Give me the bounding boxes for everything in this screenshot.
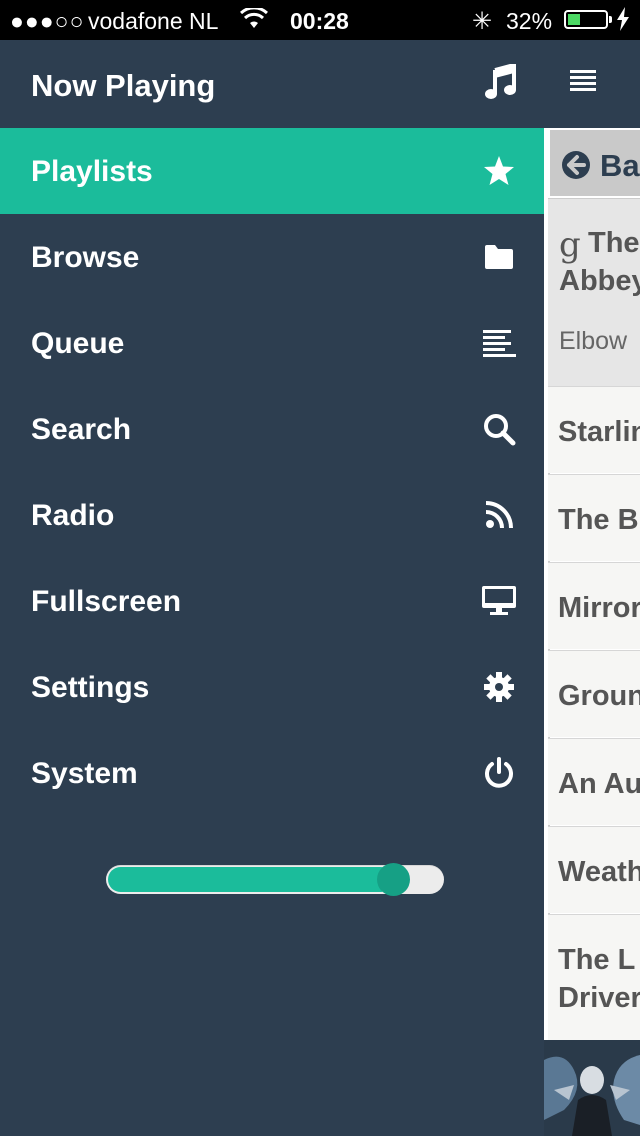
rss-icon [482, 498, 516, 532]
menu-item-system[interactable]: System [0, 730, 544, 816]
menu-item-label: Fullscreen [31, 585, 182, 618]
star-icon [482, 154, 516, 188]
menu-item-settings[interactable]: Settings [0, 644, 544, 730]
activity-spinner-icon: ✳ [472, 8, 493, 35]
volume-fill [108, 867, 393, 892]
menu-item-label: Browse [31, 241, 140, 274]
menu-item-radio[interactable]: Radio [0, 472, 544, 558]
album-artist: Elbow [559, 327, 628, 355]
search-icon [482, 412, 516, 446]
battery-percent: 32% [506, 8, 553, 34]
track-title: Groun [558, 680, 640, 712]
track-title: Starlin [558, 416, 640, 448]
menu-item-label: Search [31, 413, 132, 446]
menu-item-browse[interactable]: Browse [0, 214, 544, 300]
menu-item-label: Settings [31, 671, 150, 704]
track-row[interactable]: Weath [548, 826, 640, 913]
carrier-name: vodafone NL [88, 8, 219, 34]
album-art-thumbnail[interactable] [544, 1040, 640, 1136]
charging-bolt-icon [616, 7, 630, 37]
volume-slider[interactable] [106, 863, 444, 896]
album-title: The [588, 227, 640, 259]
menu-item-label: Playlists [31, 155, 153, 188]
side-menu: Playlists Browse Queue Search Radio Full… [0, 128, 544, 816]
track-title: An Au [558, 768, 640, 800]
track-row[interactable]: The L Driver [548, 914, 640, 1040]
clock-time: 00:28 [290, 8, 349, 34]
track-row[interactable]: Mirror [548, 562, 640, 649]
menu-item-search[interactable]: Search [0, 386, 544, 472]
album-header: g The Abbey Elbow [548, 198, 640, 387]
track-row[interactable]: Starlin [548, 386, 640, 473]
track-row[interactable]: Groun [548, 650, 640, 737]
menu-item-fullscreen[interactable]: Fullscreen [0, 558, 544, 644]
album-icon: g [559, 225, 581, 265]
track-title: Weath [558, 856, 640, 888]
power-icon [482, 756, 516, 790]
track-title: The B [558, 504, 639, 536]
queue-list-icon [482, 326, 516, 360]
track-title: Mirror [558, 592, 640, 624]
content-panel: Ba g The Abbey Elbow Starlin The B Mirro… [544, 128, 640, 1136]
menu-item-label: Radio [31, 499, 115, 532]
menu-item-label: Queue [31, 327, 125, 360]
monitor-icon [482, 584, 516, 618]
wifi-icon [239, 6, 269, 36]
back-arrow-icon [561, 150, 591, 180]
menu-item-label: System [31, 757, 138, 790]
menu-item-queue[interactable]: Queue [0, 300, 544, 386]
track-row[interactable]: An Au [548, 738, 640, 825]
folder-icon [482, 240, 516, 274]
status-bar: ●●●○○ vodafone NL 00:28 ✳ 32% [0, 0, 640, 40]
album-title-line2: Abbey [559, 265, 640, 297]
track-row[interactable]: The B [548, 474, 640, 561]
page-title[interactable]: Now Playing [31, 68, 215, 104]
signal-strength: ●●●○○ [10, 8, 85, 34]
menu-item-playlists[interactable]: Playlists [0, 128, 544, 214]
app-header: Now Playing [0, 40, 640, 128]
gear-icon [482, 670, 516, 704]
battery-icon [564, 10, 612, 29]
track-title: The L Driver [558, 944, 640, 1014]
volume-knob[interactable] [377, 863, 410, 896]
back-label: Ba [600, 148, 640, 183]
music-note-icon[interactable] [484, 62, 516, 100]
menu-icon[interactable] [570, 70, 596, 92]
back-button[interactable]: Ba [550, 130, 640, 196]
